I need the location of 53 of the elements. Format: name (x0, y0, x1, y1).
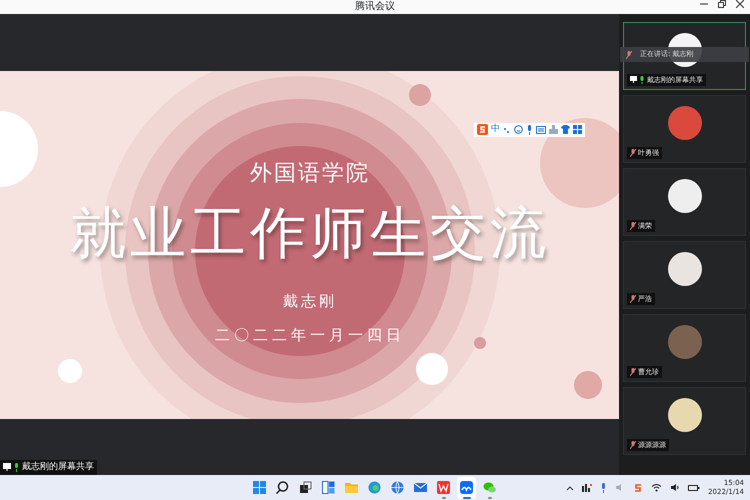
grid-icon[interactable] (573, 125, 582, 134)
browser-icon (368, 481, 381, 494)
microphone-icon[interactable] (526, 124, 533, 134)
muted-mic-icon (626, 50, 632, 58)
screen-icon (630, 76, 637, 84)
bar-chart-icon[interactable] (582, 483, 592, 492)
task-view-icon (299, 481, 312, 494)
window-title: 腾讯会议 (355, 0, 395, 14)
ime-logo-icon[interactable] (477, 124, 488, 135)
globe-icon (391, 481, 404, 494)
ime-logo-icon[interactable] (633, 482, 644, 492)
muted-mic-icon (630, 148, 636, 157)
muted-mic-icon (630, 222, 636, 230)
slide-date: 二〇二二年一月一四日 (215, 325, 405, 346)
slide-subtitle: 外国语学院 (250, 160, 370, 188)
meeting-button[interactable] (457, 476, 476, 498)
chevron-up-icon[interactable] (566, 484, 574, 490)
wps-icon (437, 481, 450, 494)
slide-title: 就业工作师生交流 (70, 202, 550, 266)
microphone-icon (639, 76, 645, 84)
muted-mic-icon (630, 294, 636, 303)
avatar-placeholder (668, 106, 702, 140)
restore-icon[interactable] (718, 0, 726, 8)
share-label-text: 戴志刚的屏幕共享 (22, 460, 94, 474)
chat-icon (483, 481, 496, 494)
meeting-icon (460, 481, 473, 494)
punctuation-icon[interactable] (503, 126, 511, 134)
input-mode[interactable]: 中 (491, 122, 500, 136)
wifi-icon[interactable] (651, 483, 662, 492)
running-indicator (442, 496, 446, 498)
shirt-icon[interactable] (561, 125, 570, 134)
muted-mic-icon (630, 440, 636, 449)
avatar-placeholder (668, 325, 702, 359)
screen-icon (3, 463, 11, 472)
running-indicator (462, 496, 470, 498)
folder-icon (345, 481, 358, 494)
search-icon (276, 481, 289, 494)
start-icon (253, 481, 266, 494)
volume-icon[interactable] (670, 483, 680, 492)
mail-icon (414, 481, 427, 494)
avatar-placeholder (668, 179, 702, 213)
widgets-icon (322, 481, 335, 494)
microphone-icon (13, 462, 20, 472)
microphone-icon[interactable] (600, 482, 608, 492)
avatar-placeholder (668, 252, 702, 286)
avatar-placeholder (668, 398, 702, 432)
muted-mic-icon (630, 368, 636, 376)
close-icon[interactable] (736, 0, 744, 8)
battery-icon[interactable] (688, 484, 700, 492)
presenter-name: 戴志刚 (283, 290, 337, 312)
smiley-icon[interactable] (514, 125, 523, 134)
keyboard-icon[interactable] (536, 126, 546, 134)
running-indicator (488, 496, 492, 498)
